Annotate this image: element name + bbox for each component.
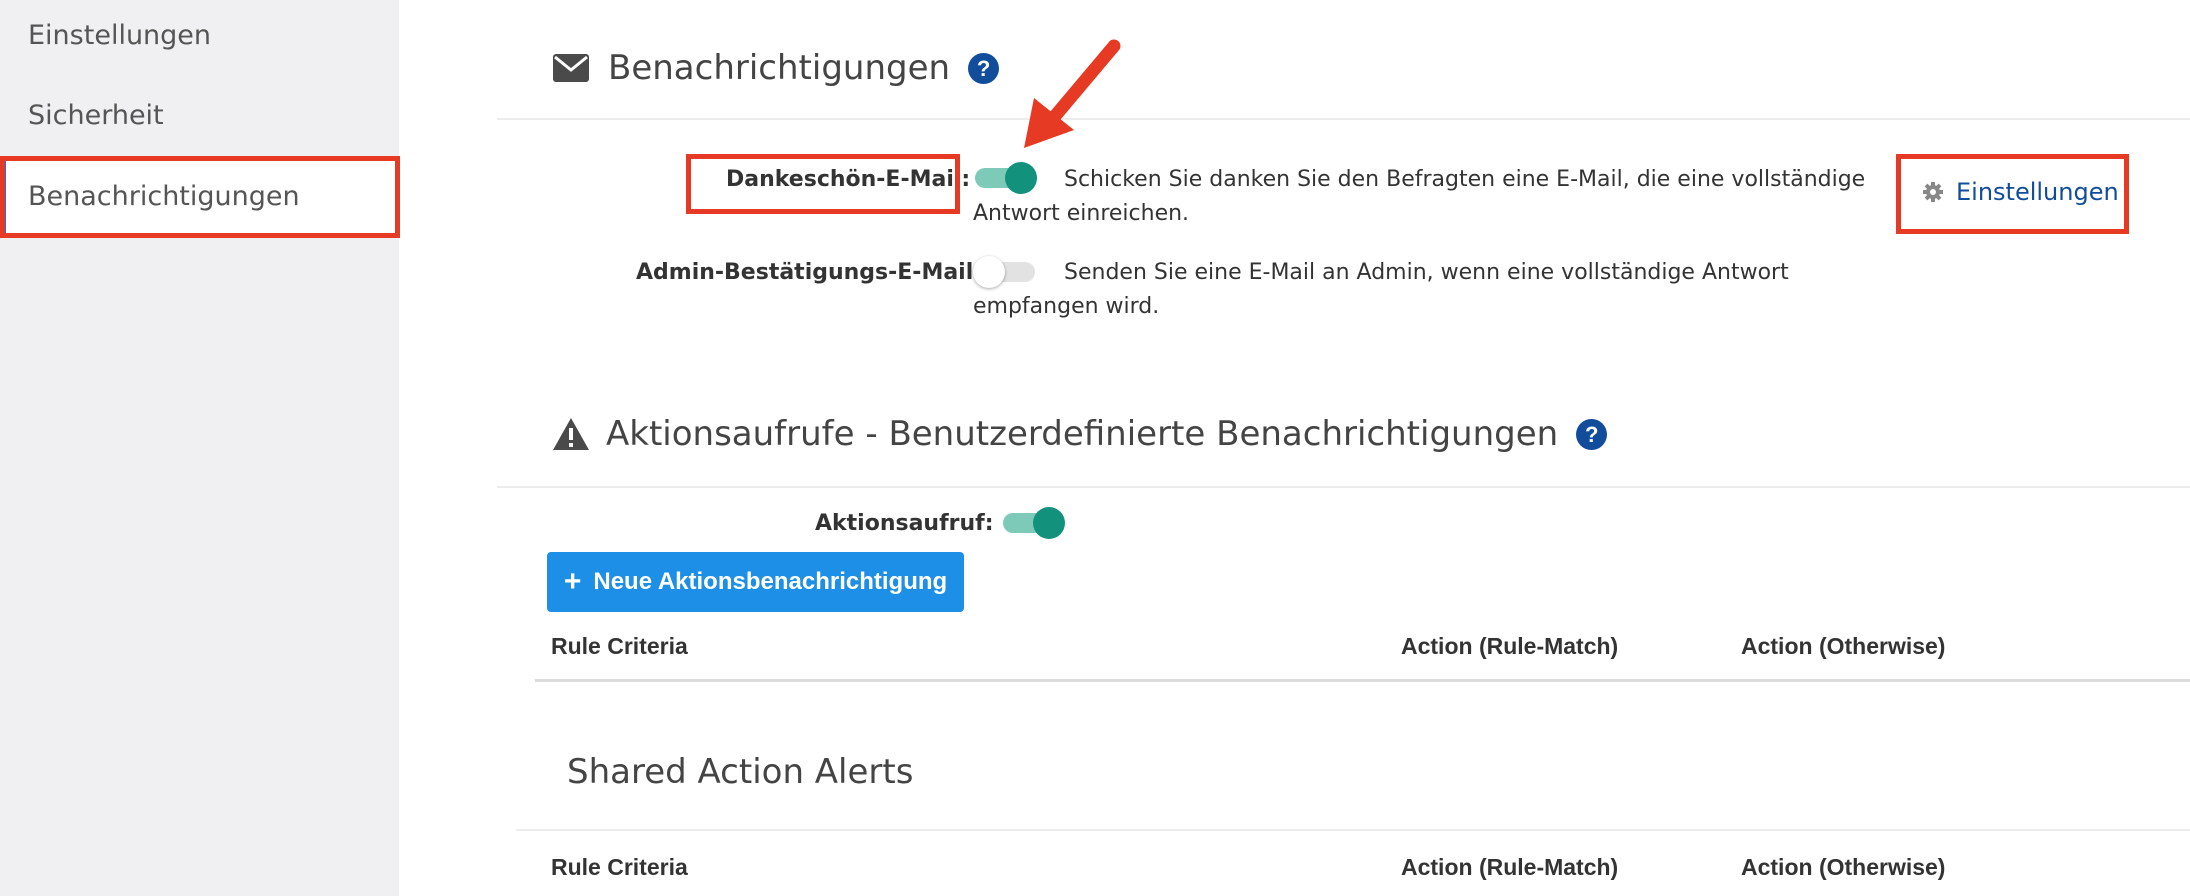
highlight-box-sidebar [0,156,400,238]
table-header-action-otherwise: Action (Otherwise) [1741,633,1946,659]
help-icon[interactable]: ? [968,52,1000,84]
warning-triangle-icon [553,418,589,450]
sidebar-item-einstellungen[interactable]: Einstellungen [28,20,211,51]
call-to-action-label: Aktionsaufruf: [815,511,994,536]
table-header-rule-criteria: Rule Criteria [551,633,688,659]
table-header-action-rule-match: Action (Rule-Match) [1401,854,1619,880]
admin-confirmation-email-label: Admin-Bestätigungs-E-Mail: [636,260,983,285]
notifications-section-title: Benachrichtigungen ? [552,48,1000,88]
table-header-action-otherwise: Action (Otherwise) [1741,854,1946,880]
section-title: Aktionsaufrufe - Benutzerdefinierte Bena… [606,414,1559,454]
sidebar-item-sicherheit[interactable]: Sicherheit [28,100,164,131]
thank-you-email-description: Schicken Sie danken Sie den Befragten ei… [973,167,1866,226]
admin-confirmation-email-description: Senden Sie eine E-Mail an Admin, wenn ei… [973,260,1789,319]
divider [497,486,2190,488]
envelope-icon [553,54,589,82]
table-header-action-rule-match: Action (Rule-Match) [1401,633,1619,659]
help-icon[interactable]: ? [1576,418,1608,450]
table-header-rule-criteria: Rule Criteria [551,854,688,880]
shared-action-alerts-title: Shared Action Alerts [567,752,914,792]
annotation-arrow-icon [1024,39,1121,148]
divider [516,829,2190,831]
new-action-notification-button[interactable]: + Neue Aktionsbenachrichtigung [547,552,964,612]
page-title: Benachrichtigungen [608,48,951,88]
sidebar: Einstellungen Sicherheit Benachrichtigun… [0,0,399,896]
call-to-action-toggle[interactable] [1003,507,1065,539]
table-divider [535,679,2190,682]
sidebar-item-label: Sicherheit [28,100,164,131]
toggle-knob [1033,507,1065,539]
plus-icon: + [563,565,582,598]
button-label: Neue Aktionsbenachrichtigung [593,568,948,595]
highlight-box-settings [1896,154,2129,234]
divider [497,118,2190,120]
calls-to-action-section-title: Aktionsaufrufe - Benutzerdefinierte Bena… [552,414,1608,454]
highlight-box-thank-you [686,154,960,214]
sidebar-item-label: Einstellungen [28,20,212,51]
